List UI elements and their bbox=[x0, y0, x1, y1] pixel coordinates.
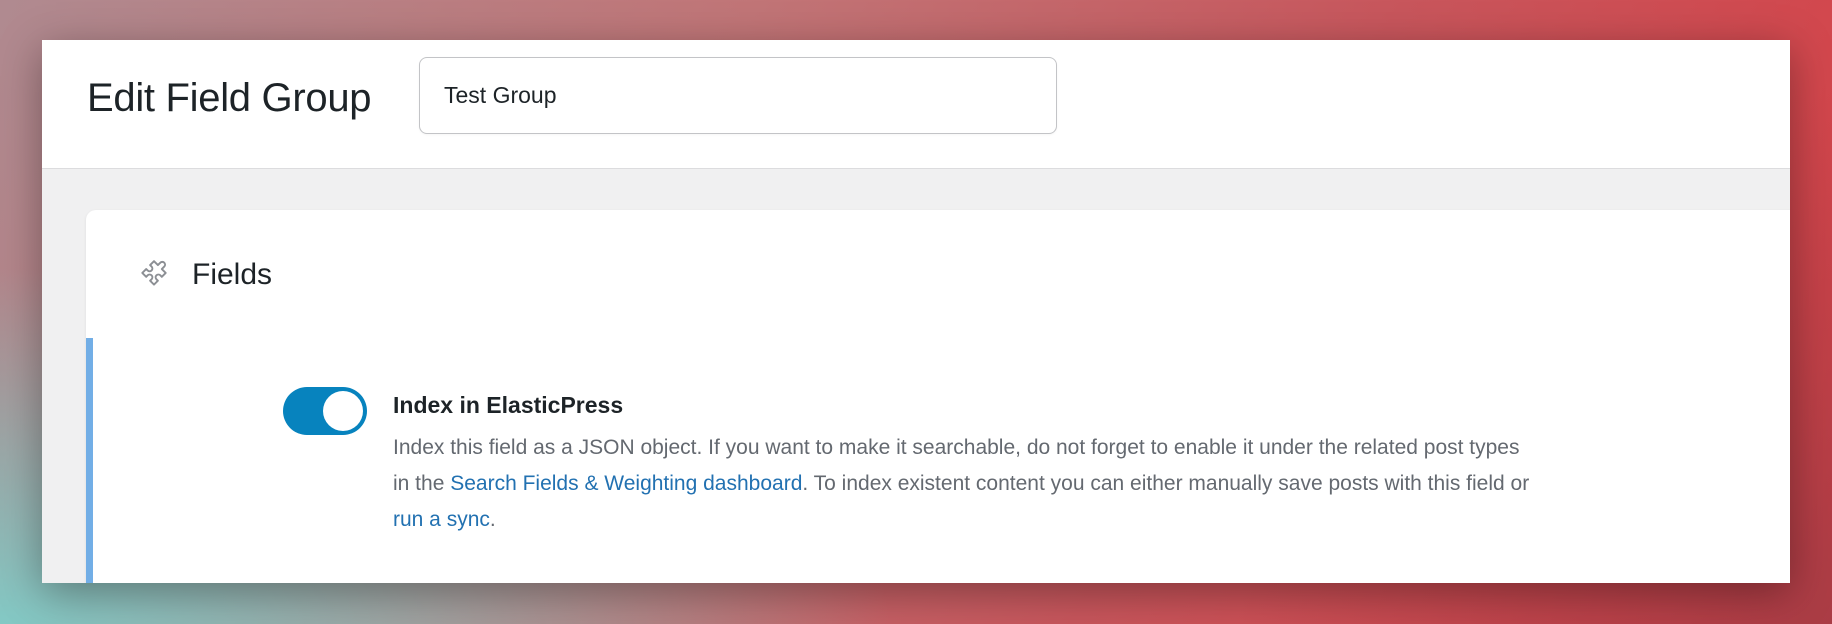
setting-description-text: . bbox=[489, 508, 496, 531]
app-window: Edit Field Group Fields Index in Elastic… bbox=[42, 40, 1790, 583]
setting-description: Index this field as a JSON object. If yo… bbox=[393, 430, 1533, 538]
fields-panel-title: Fields bbox=[192, 258, 273, 291]
fields-panel: Fields Index in ElasticPress Index this … bbox=[86, 210, 1790, 583]
field-group-title-input[interactable] bbox=[419, 57, 1057, 134]
setting-description-text: . To index existent content you can eith… bbox=[802, 472, 1530, 495]
setting-label: Index in ElasticPress bbox=[393, 392, 624, 418]
page-title: Edit Field Group bbox=[87, 76, 372, 120]
page-header: Edit Field Group bbox=[42, 40, 1790, 169]
toggle-knob bbox=[323, 391, 363, 431]
puzzle-icon bbox=[141, 260, 167, 286]
run-sync-link[interactable]: run a sync bbox=[393, 508, 490, 531]
fields-panel-header: Fields bbox=[86, 210, 1790, 338]
index-elasticpress-toggle[interactable] bbox=[283, 387, 367, 435]
search-fields-weighting-link[interactable]: Search Fields & Weighting dashboard bbox=[450, 472, 802, 495]
field-setting-row: Index in ElasticPress Index this field a… bbox=[86, 338, 1790, 583]
